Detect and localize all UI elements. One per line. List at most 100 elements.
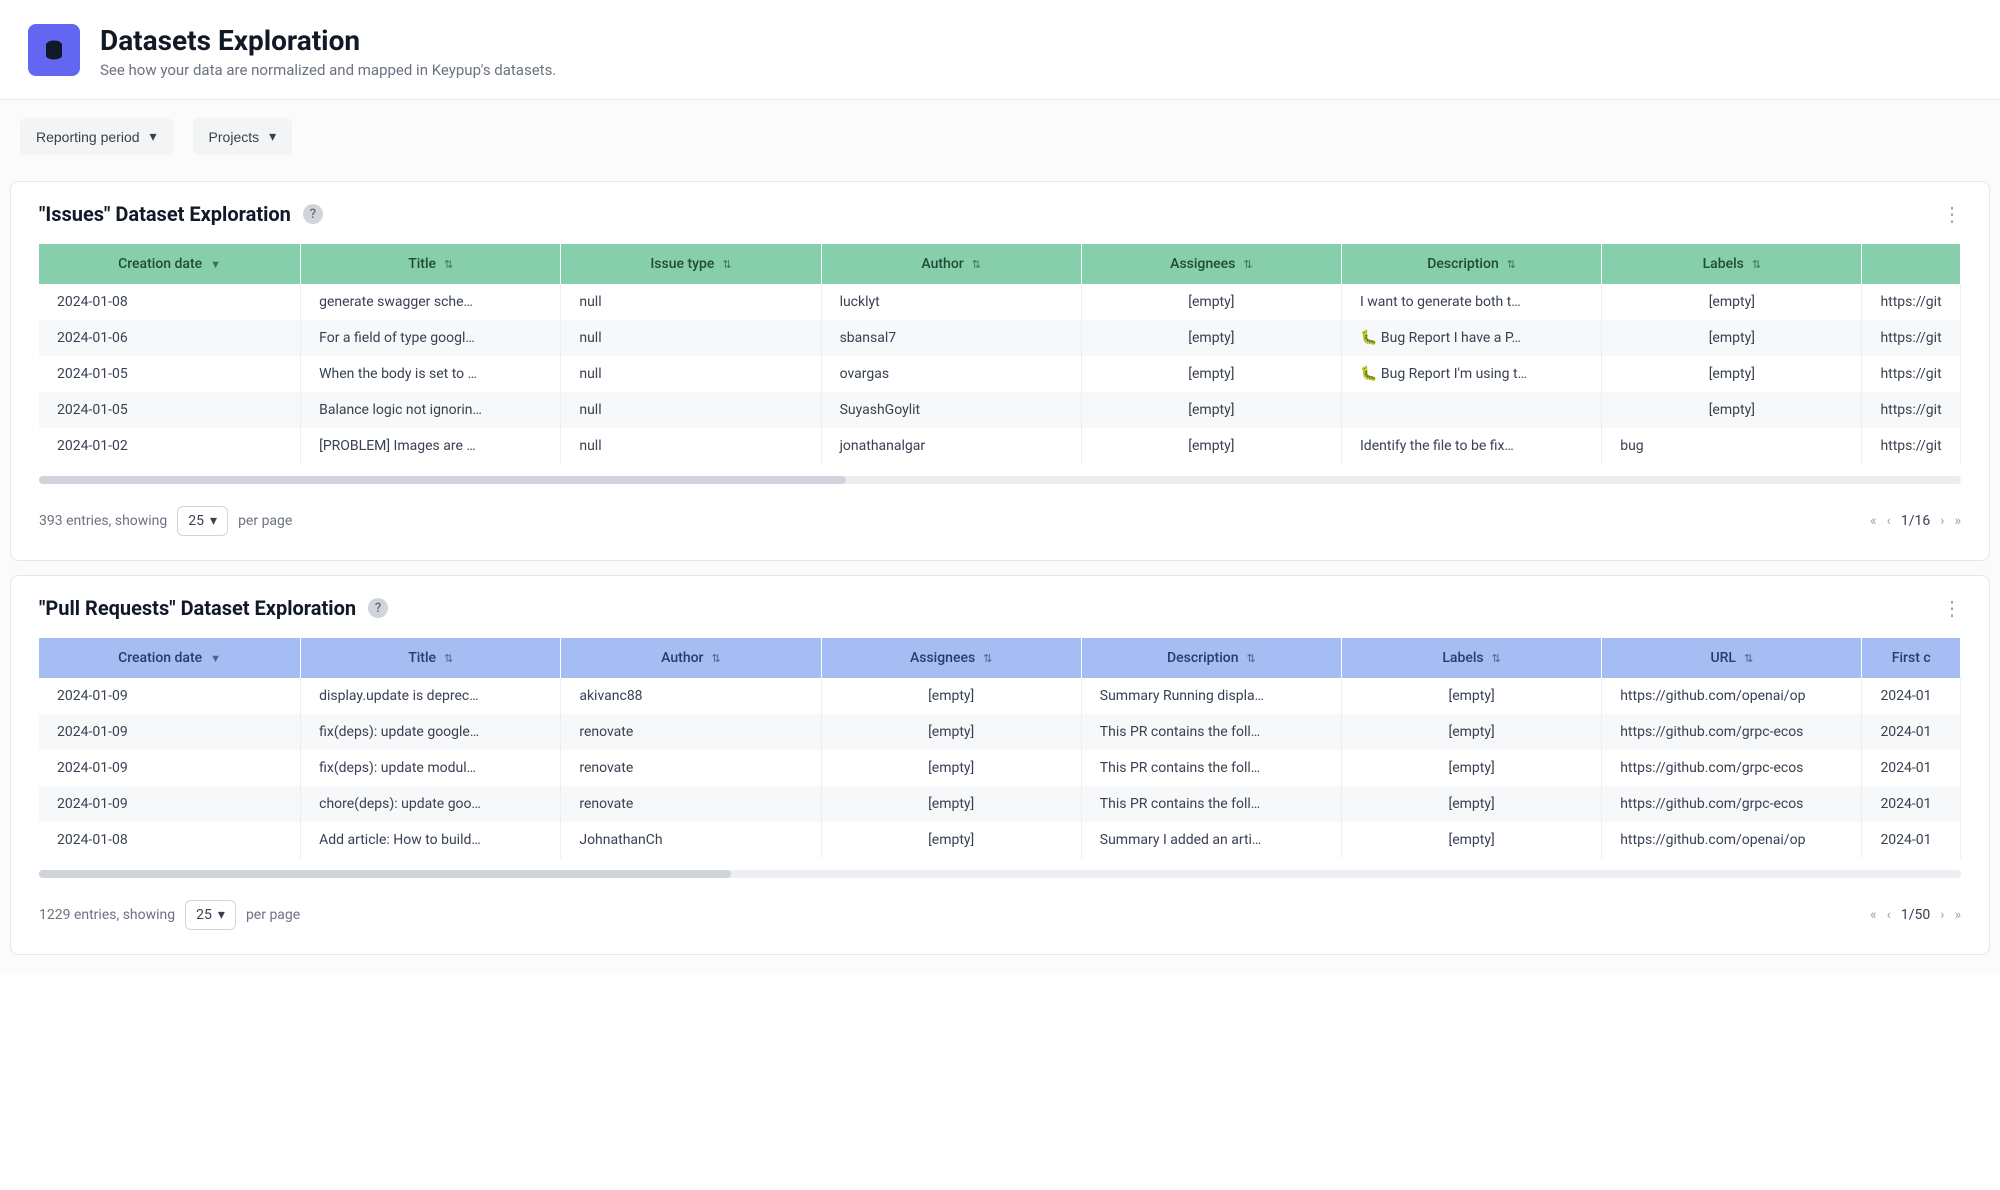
cell-labels: [empty] [1342,678,1602,714]
cell-url[interactable]: https://github.com/grpc-ecos [1602,714,1862,750]
table-row[interactable]: 2024-01-09chore(deps): update goo…renova… [39,786,1961,822]
cell-assignees: [empty] [1081,356,1341,392]
cell-first-c: 2024-01 [1862,786,1961,822]
sort-desc-icon [210,258,221,271]
chevron-down-icon: ▾ [269,128,276,145]
cell-labels: [empty] [1602,284,1862,320]
entries-text: 393 entries, showing [39,513,167,529]
projects-filter[interactable]: Projects ▾ [193,118,293,155]
col-first-c[interactable]: First c [1862,638,1961,678]
pager-next-icon[interactable]: › [1940,513,1944,529]
cell-labels: [empty] [1342,822,1602,858]
cell-description: Summary Running displa… [1081,678,1341,714]
cell-description: This PR contains the foll… [1081,750,1341,786]
col-url[interactable]: URL [1602,638,1862,678]
pager-prev-icon[interactable]: ‹ [1887,513,1891,529]
pager-first-icon[interactable]: « [1870,907,1877,923]
table-row[interactable]: 2024-01-06For a field of type googl…null… [39,320,1961,356]
more-menu-icon[interactable]: ⋮ [1942,596,1961,620]
cell-author: renovate [561,786,821,822]
cell-url[interactable]: https://git [1862,428,1961,464]
horizontal-scrollbar[interactable] [39,870,1961,878]
sort-icon [712,652,721,665]
sort-icon [722,258,731,271]
horizontal-scrollbar[interactable] [39,476,1961,484]
chevron-down-icon: ▾ [210,513,217,529]
col-assignees[interactable]: Assignees [821,638,1081,678]
cell-date: 2024-01-08 [39,284,301,320]
sort-icon [983,652,992,665]
reporting-period-filter[interactable]: Reporting period ▾ [20,118,173,155]
cell-author: sbansal7 [821,320,1081,356]
col-labels[interactable]: Labels [1602,244,1862,284]
page-subtitle: See how your data are normalized and map… [100,61,556,79]
col-author[interactable]: Author [821,244,1081,284]
col-title[interactable]: Title [301,244,561,284]
scrollbar-thumb[interactable] [39,870,731,878]
help-icon[interactable]: ? [303,204,323,224]
cell-first-c: 2024-01 [1862,750,1961,786]
cell-description: Identify the file to be fix… [1342,428,1602,464]
scrollbar-thumb[interactable] [39,476,846,484]
col-creation-date[interactable]: Creation date [39,244,301,284]
cell-url[interactable]: https://git [1862,284,1961,320]
cell-author: renovate [561,714,821,750]
pager-first-icon[interactable]: « [1870,513,1877,529]
cell-date: 2024-01-09 [39,786,301,822]
cell-author: JohnathanCh [561,822,821,858]
col-author[interactable]: Author [561,638,821,678]
table-row[interactable]: 2024-01-09fix(deps): update google…renov… [39,714,1961,750]
pager-prev-icon[interactable]: ‹ [1887,907,1891,923]
cell-date: 2024-01-08 [39,822,301,858]
pager-next-icon[interactable]: › [1940,907,1944,923]
col-description[interactable]: Description [1081,638,1341,678]
cell-assignees: [empty] [821,822,1081,858]
cell-title: fix(deps): update modul… [301,750,561,786]
table-row[interactable]: 2024-01-08generate swagger sche…nullluck… [39,284,1961,320]
col-labels[interactable]: Labels [1342,638,1602,678]
col-overflow [1862,244,1961,284]
pager-last-icon[interactable]: » [1954,907,1961,923]
table-row[interactable]: 2024-01-02[PROBLEM] Images are …nulljona… [39,428,1961,464]
per-page-label: per page [246,907,300,923]
cell-url[interactable]: https://github.com/grpc-ecos [1602,786,1862,822]
col-assignees[interactable]: Assignees [1081,244,1341,284]
col-title[interactable]: Title [301,638,561,678]
chevron-down-icon: ▾ [218,907,225,923]
cell-author: ovargas [821,356,1081,392]
page-size-select[interactable]: 25 ▾ [177,506,228,536]
cell-url[interactable]: https://github.com/openai/op [1602,678,1862,714]
cell-url[interactable]: https://github.com/grpc-ecos [1602,750,1862,786]
table-row[interactable]: 2024-01-09display.update is deprec…akiva… [39,678,1961,714]
cell-url[interactable]: https://github.com/openai/op [1602,822,1862,858]
col-issue-type[interactable]: Issue type [561,244,821,284]
pull-requests-table: Creation date Title Author Assignees Des… [39,638,1961,858]
chevron-down-icon: ▾ [150,128,157,145]
cell-title: When the body is set to … [301,356,561,392]
cell-date: 2024-01-09 [39,714,301,750]
help-icon[interactable]: ? [368,598,388,618]
cell-url[interactable]: https://git [1862,356,1961,392]
page-size-select[interactable]: 25 ▾ [185,900,236,930]
cell-title: fix(deps): update google… [301,714,561,750]
cell-url[interactable]: https://git [1862,320,1961,356]
more-menu-icon[interactable]: ⋮ [1942,202,1961,226]
col-creation-date[interactable]: Creation date [39,638,301,678]
cell-labels: [empty] [1602,392,1862,428]
sort-icon [1492,652,1501,665]
cell-author: akivanc88 [561,678,821,714]
issues-card: "Issues" Dataset Exploration ? ⋮ Creatio… [10,181,1990,561]
table-row[interactable]: 2024-01-05When the body is set to …nullo… [39,356,1961,392]
cell-date: 2024-01-09 [39,678,301,714]
cell-labels: [empty] [1602,356,1862,392]
pager-last-icon[interactable]: » [1954,513,1961,529]
table-row[interactable]: 2024-01-08Add article: How to build…John… [39,822,1961,858]
database-icon [28,24,80,76]
cell-url[interactable]: https://git [1862,392,1961,428]
col-description[interactable]: Description [1342,244,1602,284]
cell-date: 2024-01-05 [39,392,301,428]
sort-icon [1247,652,1256,665]
cell-assignees: [empty] [821,678,1081,714]
table-row[interactable]: 2024-01-05Balance logic not ignorin…null… [39,392,1961,428]
table-row[interactable]: 2024-01-09fix(deps): update modul…renova… [39,750,1961,786]
